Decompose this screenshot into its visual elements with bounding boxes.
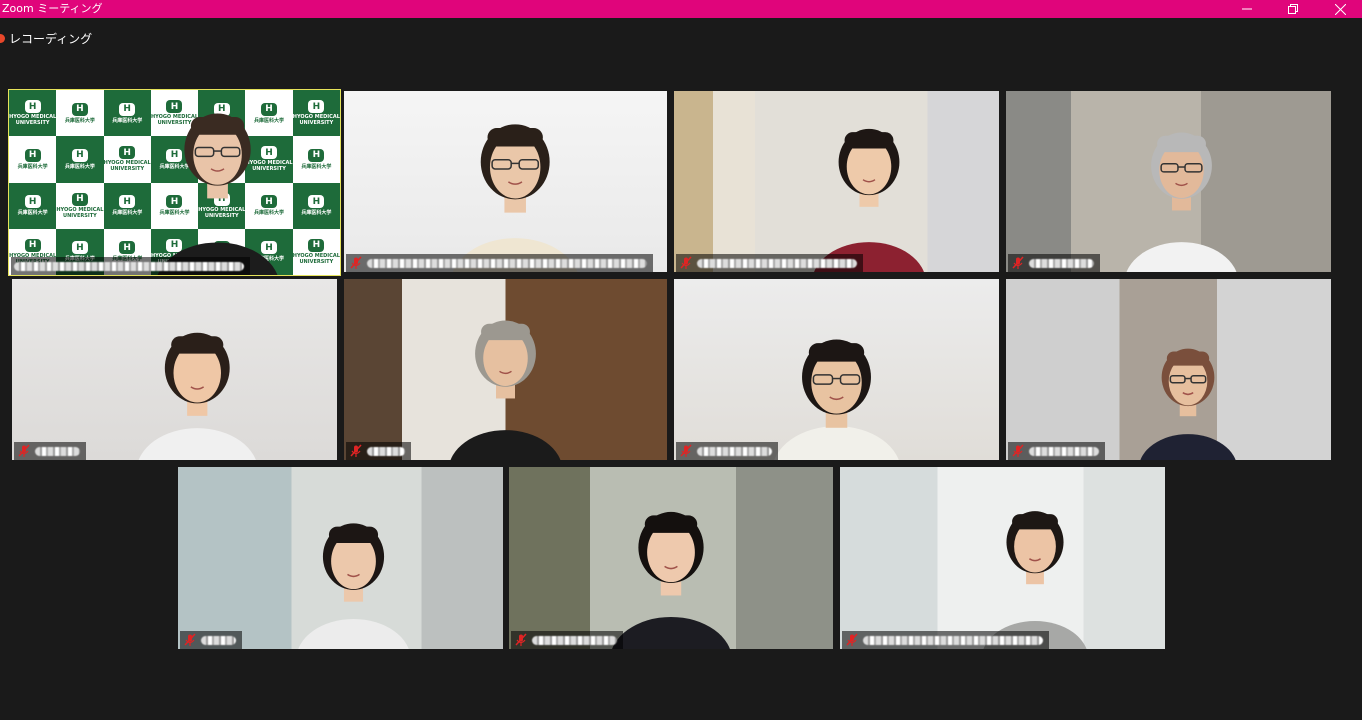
participant-tile[interactable] — [509, 467, 833, 649]
participant-figure — [298, 523, 409, 649]
hair-fringe — [1157, 135, 1206, 153]
minimize-button[interactable] — [1229, 0, 1265, 18]
minimize-icon — [1242, 8, 1252, 10]
hair-fringe — [844, 132, 894, 149]
participant-name-redacted — [201, 635, 236, 645]
participant-tile[interactable] — [178, 467, 503, 649]
participant-tile[interactable] — [840, 467, 1165, 649]
participant-name-tag — [1008, 442, 1105, 460]
participant-name-tag — [676, 254, 863, 272]
participant-tile[interactable] — [344, 279, 667, 460]
close-icon — [1334, 3, 1346, 15]
mic-muted-icon — [350, 256, 362, 269]
participant-name-tag — [14, 442, 86, 460]
participant-tile[interactable] — [1006, 279, 1331, 460]
mic-muted-icon — [680, 256, 692, 269]
participant-name-tag — [346, 442, 411, 460]
participant-name-redacted — [1029, 258, 1094, 268]
shoulders — [774, 426, 899, 460]
record-dot-icon — [0, 34, 5, 43]
hair-fringe — [1166, 351, 1210, 366]
mic-muted-icon — [846, 633, 858, 646]
participant-name-redacted — [14, 261, 244, 271]
mic-muted-icon — [350, 444, 362, 457]
shoulders — [138, 428, 256, 460]
participant-name-redacted — [697, 446, 772, 456]
participant-figure — [138, 332, 256, 460]
participant-tile[interactable]: H HYOGO MEDICAL UNIVERSITY H 兵庫医科大学 H 兵庫医… — [8, 89, 341, 276]
shoulders — [612, 616, 730, 649]
restore-button[interactable] — [1275, 0, 1311, 18]
mic-muted-icon — [680, 444, 692, 457]
shoulders — [298, 618, 409, 649]
participant-name-tag — [842, 631, 1049, 649]
participant-name-tag — [1008, 254, 1100, 272]
participant-name-redacted — [367, 258, 647, 268]
participant-name-redacted — [863, 635, 1043, 645]
participant-name-tag — [180, 631, 242, 649]
participant-tile[interactable] — [12, 279, 337, 460]
hair-fringe — [487, 128, 543, 147]
participant-figure — [983, 511, 1087, 649]
participant-figure — [1140, 348, 1236, 460]
participant-tile[interactable] — [674, 279, 999, 460]
recording-label: レコーディング — [9, 32, 93, 46]
participant-name-redacted — [532, 635, 617, 645]
hair-fringe — [190, 117, 245, 135]
hair-fringe — [171, 336, 224, 354]
participant-figure — [452, 124, 578, 272]
participant-figure — [612, 511, 730, 649]
hair-fringe — [481, 323, 530, 341]
participant-name-tag — [11, 257, 250, 275]
participant-name-redacted — [35, 446, 80, 456]
window-title: Zoom ミーティング — [2, 2, 103, 15]
participant-tile[interactable] — [674, 91, 999, 272]
mic-muted-icon — [1012, 444, 1024, 457]
shoulders — [1140, 434, 1236, 460]
mic-muted-icon — [1012, 256, 1024, 269]
participant-name-tag — [676, 442, 778, 460]
participant-name-tag — [511, 631, 623, 649]
hair-fringe — [1012, 514, 1058, 530]
participant-tile[interactable] — [344, 91, 667, 272]
participant-name-redacted — [1029, 446, 1099, 456]
mic-muted-icon — [515, 633, 527, 646]
restore-icon — [1288, 4, 1298, 14]
participant-figure — [814, 128, 924, 272]
mic-muted-icon — [184, 633, 196, 646]
participant-figure — [1126, 132, 1237, 272]
participant-name-tag — [346, 254, 653, 272]
participant-name-redacted — [367, 446, 405, 456]
mic-muted-icon — [18, 444, 30, 457]
hair-fringe — [644, 515, 698, 533]
participant-name-redacted — [697, 258, 857, 268]
participant-figure — [774, 339, 899, 460]
participant-figure — [157, 113, 278, 275]
window-titlebar: Zoom ミーティング — [0, 0, 1362, 18]
hair-fringe — [328, 526, 379, 543]
participant-tile[interactable] — [1006, 91, 1331, 272]
participant-figure — [450, 320, 561, 460]
shoulders — [450, 430, 561, 460]
close-button[interactable] — [1322, 0, 1358, 18]
shoulders — [1126, 242, 1237, 272]
hair-fringe — [808, 343, 865, 362]
